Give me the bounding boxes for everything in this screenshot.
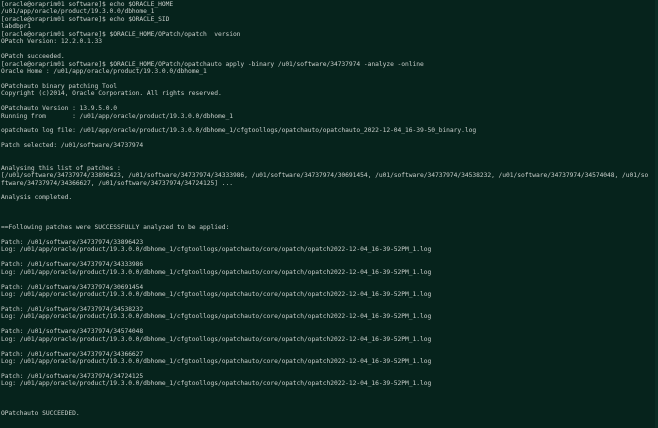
terminal-line: Copyright (c)2014, Oracle Corporation. A… [1,90,222,98]
terminal-line: [oracle@oraprim01 software]$ $ORACLE_HOM… [1,60,424,68]
terminal-line: OPatchauto binary patching Tool [1,82,117,90]
terminal-line: Log: /u01/app/oracle/product/19.3.0.0/db… [1,335,432,343]
terminal-line: Log: /u01/app/oracle/product/19.3.0.0/db… [1,358,432,365]
terminal-line: [oracle@oraprim01 software]$ echo $ORACL… [1,15,170,23]
terminal-line: ==Following patches were SUCCESSFULLY an… [1,224,230,232]
terminal-line: OPatchauto Version : 13.9.5.0.0 [1,105,117,113]
terminal-line: Patch: /u01/software/34737974/34538232 [1,305,144,313]
terminal-line: Log: /u01/app/oracle/product/19.3.0.0/db… [1,268,432,276]
terminal-line: Patch: /u01/software/34737974/34574048 [1,328,144,336]
terminal-line: Analysing this list of patches : [1,164,121,172]
terminal-line: Oracle Home : /u01/app/oracle/product/19… [1,67,207,75]
terminal-line: [/u01/software/34737974/33896423, /u01/s… [1,172,649,180]
terminal-line: /u01/app/oracle/product/19.3.0.0/dbhome_… [1,8,155,16]
terminal-line: Patch selected: /u01/software/34737974 [1,142,144,150]
terminal-line: Patch: /u01/software/34737974/34366627 [1,350,144,358]
terminal-line: Patch: /u01/software/34737974/30691454 [1,283,144,291]
terminal-line: OPatchauto SUCCEEDED. [1,410,80,418]
terminal-line: opatchauto log file: /u01/app/oracle/pro… [1,127,477,135]
terminal-line: [oracle@oraprim01 software]$ echo $ORACL… [1,1,174,8]
terminal-output: [oracle@oraprim01 software]$ echo $ORACL… [1,1,654,428]
terminal-line: Analysis completed. [1,194,73,202]
terminal-line: Log: /u01/app/oracle/product/19.3.0.0/db… [1,291,432,299]
terminal-line: labdbpr1 [1,23,31,31]
terminal-line: Log: /u01/app/oracle/product/19.3.0.0/db… [1,313,432,321]
terminal-line: Patch: /u01/software/34737974/34333986 [1,261,144,269]
terminal-line: [oracle@oraprim01 software]$ $ORACLE_HOM… [1,30,241,38]
terminal-line: OPatch succeeded. [1,53,65,61]
terminal-window[interactable]: [oracle@oraprim01 software]$ echo $ORACL… [0,0,658,428]
terminal-line: Log: /u01/app/oracle/product/19.3.0.0/db… [1,246,432,254]
terminal-line: Patch: /u01/software/34737974/34724125 [1,372,144,380]
terminal-line: ftware/34737974/34366627, /u01/software/… [1,179,233,187]
terminal-line: Log: /u01/app/oracle/product/19.3.0.0/db… [1,380,432,388]
terminal-line: OPatch Version: 12.2.0.1.33 [1,38,103,46]
terminal-line: Running from : /u01/app/oracle/product/1… [1,112,233,120]
terminal-line: Patch: /u01/software/34737974/33896423 [1,239,144,246]
